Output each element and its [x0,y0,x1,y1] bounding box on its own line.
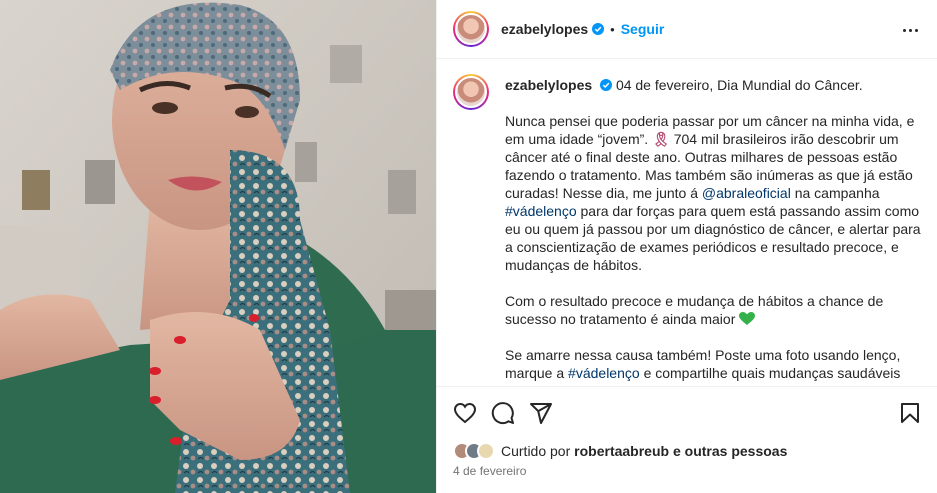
caption-avatar[interactable] [453,74,489,110]
ribbon-emoji: 🎗 [652,131,670,147]
post-header: ezabelylopes • Seguir [437,0,937,59]
hashtag-link[interactable]: #vádelenço [505,203,577,219]
verified-badge-icon [600,79,613,91]
bookmark-icon[interactable] [898,401,922,425]
author-avatar[interactable] [453,11,489,47]
likes-summary[interactable]: Curtido por robertaabreub e outras pesso… [453,440,787,462]
follow-button[interactable]: Seguir [621,21,665,37]
liker-username[interactable]: robertaabreub [574,443,669,459]
caption-p3b: e compartilhe quais mudanças saudáveis [643,365,901,381]
liker-avatar [477,442,495,460]
post-side-panel: ezabelylopes • Seguir ezabelylopes 04 de… [436,0,937,493]
more-options-icon[interactable] [898,18,922,42]
green-heart-icon [739,312,756,325]
share-icon[interactable] [529,401,553,425]
caption-username[interactable]: ezabelylopes [505,77,592,93]
likes-prefix: Curtido por [501,443,571,459]
caption-first-line: 04 de fevereiro, Dia Mundial do Câncer. [615,77,863,93]
action-bar [437,386,937,438]
caption-p1c: na campanha [794,185,880,201]
liker-avatars [453,442,495,460]
photo-illustration [0,0,436,493]
likes-others[interactable]: e outras pessoas [673,443,787,459]
instagram-post: ezabelylopes • Seguir ezabelylopes 04 de… [0,0,937,493]
verified-badge-icon [592,23,605,35]
likes-text: Curtido por robertaabreub e outras pesso… [501,443,787,459]
caption-p2: Com o resultado precoce e mudança de háb… [505,293,884,327]
hashtag-link[interactable]: #vádelenço [568,365,640,381]
caption-text: ezabelylopes 04 de fevereiro, Dia Mundia… [505,74,922,386]
author-username[interactable]: ezabelylopes [501,21,588,37]
caption-area: ezabelylopes 04 de fevereiro, Dia Mundia… [437,60,937,386]
post-date[interactable]: 4 de fevereiro [453,464,526,478]
post-photo[interactable] [0,0,436,493]
heart-icon[interactable] [453,401,477,425]
mention-link[interactable]: @abraleoficial [702,185,791,201]
comment-icon[interactable] [491,401,515,425]
header-separator: • [610,21,615,37]
